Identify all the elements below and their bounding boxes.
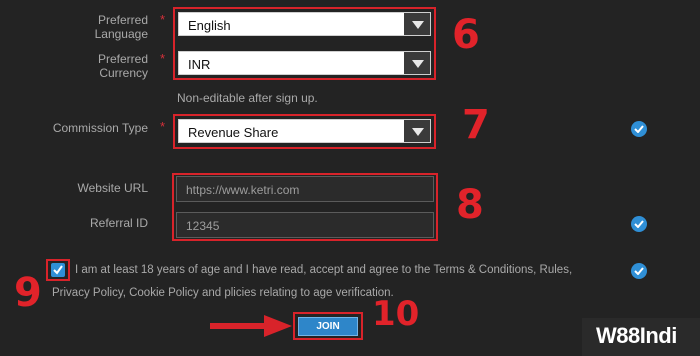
annotation-number-9: 9 <box>14 270 42 316</box>
annotation-box-7 <box>173 114 436 149</box>
annotation-box-8 <box>172 173 438 241</box>
non-editable-note: Non-editable after sign up. <box>177 91 318 105</box>
annotation-number-6: 6 <box>452 12 480 58</box>
checkmark-icon <box>53 265 63 275</box>
required-marker: * <box>160 119 166 134</box>
annotation-box-6 <box>173 7 436 80</box>
terms-line-1: I am at least 18 years of age and I have… <box>75 264 573 276</box>
annotation-number-8: 8 <box>456 182 484 228</box>
preferred-currency-label: Preferred Currency <box>97 52 148 80</box>
arrow-right-icon <box>210 315 292 337</box>
valid-check-icon <box>631 121 647 137</box>
preferred-language-label: Preferred Language <box>94 13 148 41</box>
required-marker: * <box>160 51 166 66</box>
join-button[interactable]: JOIN <box>298 317 358 336</box>
annotation-number-7: 7 <box>462 102 490 148</box>
commission-type-label: Commission Type <box>52 121 148 135</box>
required-marker: * <box>160 12 166 27</box>
annotation-number-10: 10 <box>372 294 420 334</box>
brand-logo: W88Indi <box>596 323 677 348</box>
valid-check-icon <box>631 216 647 232</box>
valid-check-icon <box>631 263 647 279</box>
terms-line-2: Privacy Policy, Cookie Policy and plicie… <box>52 287 394 299</box>
terms-checkbox[interactable] <box>51 263 65 277</box>
referral-id-label: Referral ID <box>89 216 148 230</box>
website-url-label: Website URL <box>77 181 148 195</box>
